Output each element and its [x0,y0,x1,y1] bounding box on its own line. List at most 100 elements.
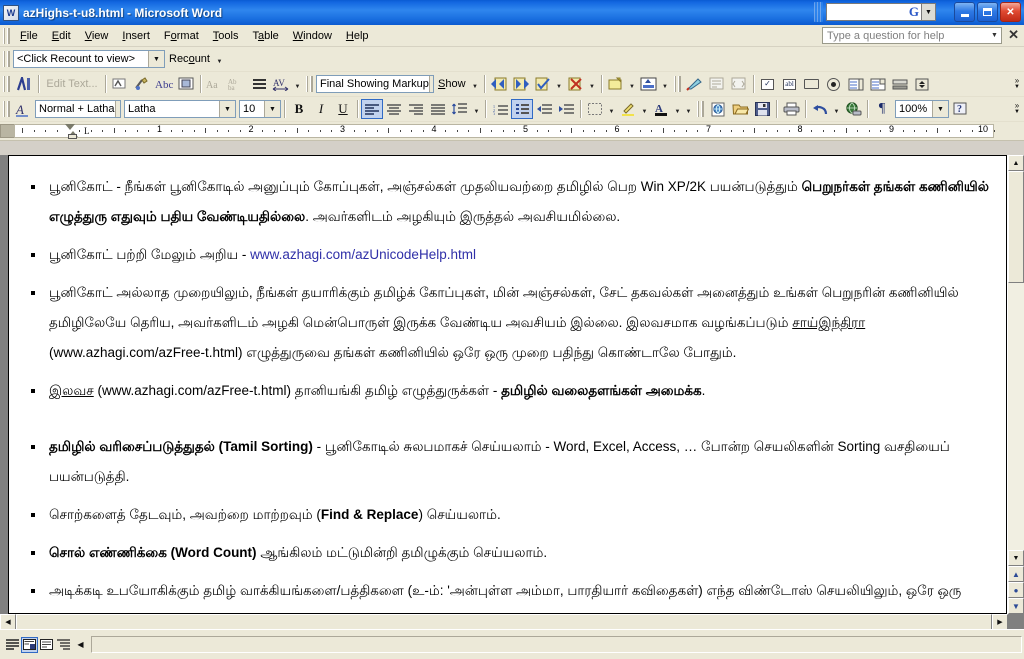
bullets-button[interactable] [511,99,533,119]
print-icon[interactable] [780,99,802,119]
new-comment-dropdown-icon[interactable]: ▼ [627,74,638,94]
select-browse-object-button[interactable]: ● [1008,582,1024,598]
menu-format[interactable]: Format [157,28,206,44]
restore-button[interactable] [977,2,998,22]
style-dropdown-icon[interactable]: ▼ [115,101,121,117]
menu-edit[interactable]: Edit [45,28,78,44]
accept-change-dropdown-icon[interactable]: ▼ [554,74,565,94]
formatting-toolbar-grip[interactable] [3,101,10,117]
document-page[interactable]: பூனிகோட் - நீங்கள் பூனிகோடில் அனுப்பும் … [8,155,1007,614]
combo-box-icon[interactable] [867,74,889,94]
menu-table[interactable]: Table [245,28,285,44]
document-content[interactable]: பூனிகோட் - நீங்கள் பூனிகோடில் அனுப்பும் … [9,156,1006,614]
design-mode-icon[interactable] [684,74,706,94]
help-button[interactable]: ? [949,99,971,119]
reviewing-toolbar-grip[interactable] [306,76,313,92]
new-comment-icon[interactable] [605,74,627,94]
horizontal-ruler[interactable]: 12345678910 L [0,122,1024,141]
print-layout-view-button[interactable] [38,637,55,653]
recount-button[interactable]: Recount [165,53,214,65]
scroll-down-button[interactable]: ▼ [1008,550,1024,566]
previous-page-button[interactable]: ▲ [1008,566,1024,582]
line-spacing-button[interactable] [449,99,471,119]
google-search-input[interactable]: G [826,3,922,21]
left-indent-marker[interactable] [68,134,77,139]
check-box-icon[interactable]: ✓ [757,74,779,94]
normal-view-button[interactable] [4,637,21,653]
google-search-dropdown[interactable]: ▼ [922,3,936,21]
zoom-dropdown-icon[interactable]: ▼ [932,101,948,117]
decrease-indent-button[interactable] [533,99,555,119]
scroll-up-button[interactable]: ▲ [1008,155,1024,171]
text-run-link[interactable]: www.azhagi.com/azUnicodeHelp.html [250,247,476,262]
style-dropdown[interactable]: Normal + Latha ▼ [35,100,121,118]
font-dropdown[interactable]: Latha ▼ [124,100,236,118]
underline-button[interactable]: U [332,99,354,119]
font-dropdown-icon[interactable]: ▼ [219,101,235,117]
align-center-button[interactable] [383,99,405,119]
bullet-unicode-intro[interactable]: பூனிகோட் - நீங்கள் பூனிகோடில் அனுப்பும் … [27,172,992,232]
outline-view-button[interactable] [55,637,72,653]
font-size-dropdown-icon[interactable]: ▼ [264,101,280,117]
new-web-page-icon[interactable] [707,99,729,119]
menu-file[interactable]: File [13,28,45,44]
bullet-autotext[interactable]: அடிக்கடி உபயோகிக்கும் தமிழ் வாக்கியங்களை… [27,576,992,614]
track-changes-icon[interactable] [638,74,660,94]
show-menu-button[interactable]: Show [434,78,470,90]
left-tab-marker[interactable]: L [84,126,90,136]
open-icon[interactable] [729,99,751,119]
track-changes-dropdown-icon[interactable]: ▼ [660,74,671,94]
show-dropdown-icon[interactable]: ▼ [470,74,481,94]
spin-button-icon[interactable] [911,74,933,94]
menu-view[interactable]: View [78,28,116,44]
wordart-character-spacing-icon[interactable]: AV [270,74,292,94]
control-toolbox-grip[interactable] [674,76,681,92]
command-button-icon[interactable] [801,74,823,94]
wordart-toolbar-grip[interactable] [3,76,10,92]
wordart-gallery-icon[interactable] [109,74,131,94]
text-wrapping-icon[interactable] [175,74,197,94]
align-right-button[interactable] [405,99,427,119]
help-question-input[interactable]: Type a question for help ▼ [822,27,1002,44]
borders-button[interactable] [584,99,606,119]
insert-wordart-icon[interactable] [13,74,35,94]
menu-window[interactable]: Window [286,28,339,44]
highlight-dropdown-icon[interactable]: ▼ [639,99,650,119]
scroll-right-button[interactable]: ▶ [992,614,1008,630]
italic-button[interactable]: I [310,99,332,119]
undo-dropdown-icon[interactable]: ▼ [831,99,842,119]
vertical-scroll-track[interactable] [1008,171,1024,550]
close-button[interactable]: ✕ [1000,2,1021,22]
help-dropdown-icon[interactable]: ▼ [988,28,1001,43]
font-size-dropdown[interactable]: 10 ▼ [239,100,281,118]
scroll-left-button[interactable]: ◀ [0,614,16,630]
reject-change-dropdown-icon[interactable]: ▼ [587,74,598,94]
bullet-non-unicode[interactable]: பூனிகோட் அல்லாத முறையிலும், நீங்கள் தயார… [27,278,992,368]
bullet-word-count[interactable]: சொல் எண்ணிக்கை (Word Count) ஆங்கிலம் மட்… [27,538,992,568]
menu-grip[interactable] [3,28,10,44]
close-document-button[interactable]: ✕ [1008,28,1019,42]
align-left-button[interactable] [361,99,383,119]
menu-insert[interactable]: Insert [115,28,157,44]
bold-button[interactable]: B [288,99,310,119]
word-count-display[interactable]: <Click Recount to view> ▼ [13,50,165,68]
undo-icon[interactable] [809,99,831,119]
control-toolbox-more-buttons-icon[interactable]: »▼ [1010,74,1024,94]
web-layout-view-button[interactable] [21,637,38,653]
bullet-find-replace[interactable]: சொற்களைத் தேடவும், அவற்றை மாற்றவும் (Fin… [27,500,992,530]
previous-change-icon[interactable] [488,74,510,94]
bullet-free-fonts[interactable]: இலவச (www.azhagi.com/azFree-t.html) தானி… [27,376,992,406]
vertical-scroll-thumb[interactable] [1008,171,1024,283]
word-count-dropdown-icon[interactable]: ▼ [148,51,164,67]
justify-button[interactable] [427,99,449,119]
display-for-review-dropdown[interactable]: Final Showing Markup ▼ [316,75,434,93]
formatting-toolbar-options-icon[interactable]: ▼ [683,99,694,119]
wordart-toolbar-options-icon[interactable]: ▼ [292,74,303,94]
toggle-button-icon[interactable] [889,74,911,94]
web-toolbar-icon[interactable] [842,99,864,119]
zoom-dropdown[interactable]: 100% ▼ [895,100,949,118]
bullet-more-info[interactable]: பூனிகோட் பற்றி மேலும் அறிய - www.azhagi.… [27,240,992,270]
option-button-icon[interactable] [823,74,845,94]
save-icon[interactable] [751,99,773,119]
minimize-button[interactable] [954,2,975,22]
